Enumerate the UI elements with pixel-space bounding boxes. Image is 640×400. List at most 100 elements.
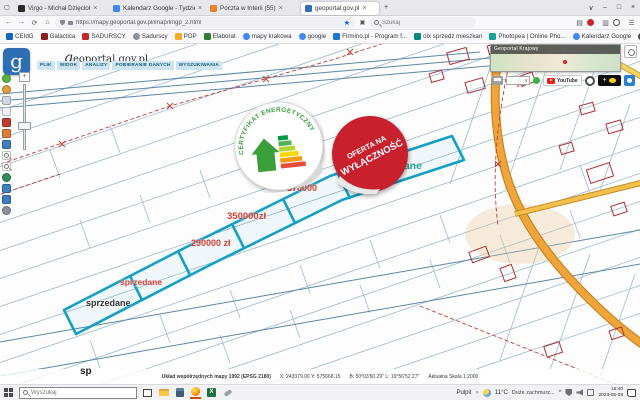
taskbar-search-input[interactable] [31,390,121,396]
status-dot-icon [2,74,11,83]
bookmark-item[interactable]: olx sprzedz mieszkan [414,33,482,40]
taskbar-search[interactable] [19,387,137,399]
zoom-out-icon[interactable] [2,162,11,171]
excel-button[interactable]: X [206,387,217,399]
menu-item-widok[interactable]: WIDOK [57,61,81,70]
maximize-button[interactable]: □ [612,4,626,12]
bookmark-item[interactable]: Photopea | Online Pho... [489,33,565,40]
youtube-button[interactable]: YouTube [543,75,582,86]
close-icon[interactable]: × [198,5,202,12]
wheel-icon[interactable] [585,76,595,86]
firefox-button[interactable] [190,387,201,399]
new-tab-button[interactable]: + [379,4,393,11]
geoportal-logo[interactable]: g [3,48,30,75]
menu-item-pobieranie[interactable]: POBIERANIE DANYCH [112,61,173,70]
close-icon[interactable]: × [93,5,97,12]
menu-item-wyszukiwania[interactable]: WYSZUKIWANIA [176,61,223,70]
start-button[interactable] [4,388,14,398]
menu-item-analizy[interactable]: ANALIZY [82,61,110,70]
map-tool-column [2,74,11,215]
map-canvas[interactable] [0,44,640,384]
accessibility-contrast-button[interactable]: + [598,75,621,86]
legend-icon[interactable] [2,85,11,94]
weather-desc[interactable]: Duże zachmurz... [512,390,555,396]
bookmark-star-icon[interactable]: ★ [344,19,350,27]
adblock-icon[interactable] [587,19,598,26]
window-close-button[interactable]: × [626,4,640,12]
camera-icon[interactable] [624,75,635,86]
map-toolbar-row: ∨ YouTube + [492,75,635,86]
extension-icon[interactable]: ▣ [357,19,368,26]
volume-icon[interactable] [576,389,583,396]
tab-overview-icon[interactable]: ▢ [0,4,14,11]
pan-icon[interactable] [2,195,11,204]
bookmark-item[interactable]: Elaborat [204,33,236,40]
bookmark-item[interactable]: POP [175,33,197,40]
network-icon[interactable] [587,389,594,396]
bookmark-item[interactable]: google [299,33,327,40]
weather-temp[interactable]: 11°C [495,390,508,396]
previous-view-icon[interactable] [2,184,11,193]
tab-mail[interactable]: Poczta w Interii (55) × [206,2,301,15]
bookmark-item[interactable]: Kalendarz Google [573,33,632,40]
desktop-overflow-icon[interactable]: » [476,390,479,396]
tab-virgo[interactable]: Virgo - Michał Dzięcioł × [14,2,109,15]
print-icon[interactable] [492,76,503,85]
back-icon[interactable]: ← [3,19,14,26]
youtube-play-icon [547,78,555,84]
tab-calendar[interactable]: Kalendarz Google - Tydzień, w... × [109,2,206,15]
account-icon[interactable] [613,19,624,26]
bookmark-item[interactable]: Firmino.pl - Program f... [333,33,407,40]
select-area-icon[interactable] [2,107,11,116]
menu-icon[interactable]: ☰ [626,19,637,27]
shield-tray-icon[interactable] [565,389,572,396]
desktop-toolbar[interactable]: Pulpit [457,390,472,396]
export-dropdown[interactable]: ∨ [506,76,530,85]
list-tabs-icon[interactable]: ∨ [584,4,598,12]
zoom-in-icon[interactable] [2,151,11,160]
calculator-button[interactable] [174,387,185,399]
file-explorer-button[interactable] [158,387,169,399]
minimize-button[interactable]: – [598,4,612,12]
close-icon[interactable]: × [362,5,366,12]
notification-center-icon[interactable] [627,389,636,397]
clear-icon[interactable] [2,118,11,127]
slider-plus-button[interactable]: + [19,72,30,82]
globe-icon[interactable] [2,173,11,182]
settings-gear-icon[interactable] [2,206,11,215]
measure-icon[interactable] [2,140,11,149]
tab-geoportal-active[interactable]: geoportal.gov.pl × [301,2,379,15]
close-icon[interactable]: × [279,5,283,12]
paint-app-button[interactable] [222,387,233,399]
clock-date: 2023-05-08 [598,393,623,399]
search-bar[interactable] [370,17,476,28]
overview-map[interactable]: Geoportal Krajowy [490,44,621,72]
bookmark-favicon [414,33,421,40]
reload-icon[interactable]: ⟳ [29,19,40,27]
bookmark-item[interactable]: mapy krakowa [243,33,292,40]
home-icon[interactable]: ⌂ [42,19,53,26]
layers-icon[interactable] [2,96,11,105]
tray-expand-icon[interactable]: ^ [559,390,562,396]
status-scale: Aktualna Skala 1:2000 [428,374,478,380]
status-xy: X: 243379.00 Y: 575668.15 [280,374,341,380]
sidebar-icon[interactable]: ▥ [600,19,611,27]
label-sold-1: sprzedane [86,298,131,308]
map-settings-gear-icon[interactable] [624,45,637,58]
search-input[interactable] [382,20,462,26]
bookmark-item[interactable]: CEIdG [6,33,34,40]
forward-icon[interactable]: → [16,19,27,26]
library-icon[interactable]: ▤ [574,19,585,27]
bookmark-item[interactable]: SADURSCY [82,33,125,40]
menu-item-plik[interactable]: PLIK [37,61,55,70]
task-view-button[interactable] [142,387,153,399]
taskbar-clock[interactable]: 15:40 2023-05-08 [598,387,623,399]
bookmark-item[interactable]: Galactica [41,33,76,40]
slider-handle[interactable] [18,122,31,130]
bookmark-item[interactable]: Sadurscy [133,33,168,40]
address-bar[interactable]: https://mapy.geoportal.gov.pl/imap/Imgp_… [55,17,355,28]
draw-pencil-icon[interactable] [2,129,11,138]
virgo-favicon [18,5,25,12]
slider-track[interactable] [23,84,26,150]
bookmark-favicon [82,33,89,40]
